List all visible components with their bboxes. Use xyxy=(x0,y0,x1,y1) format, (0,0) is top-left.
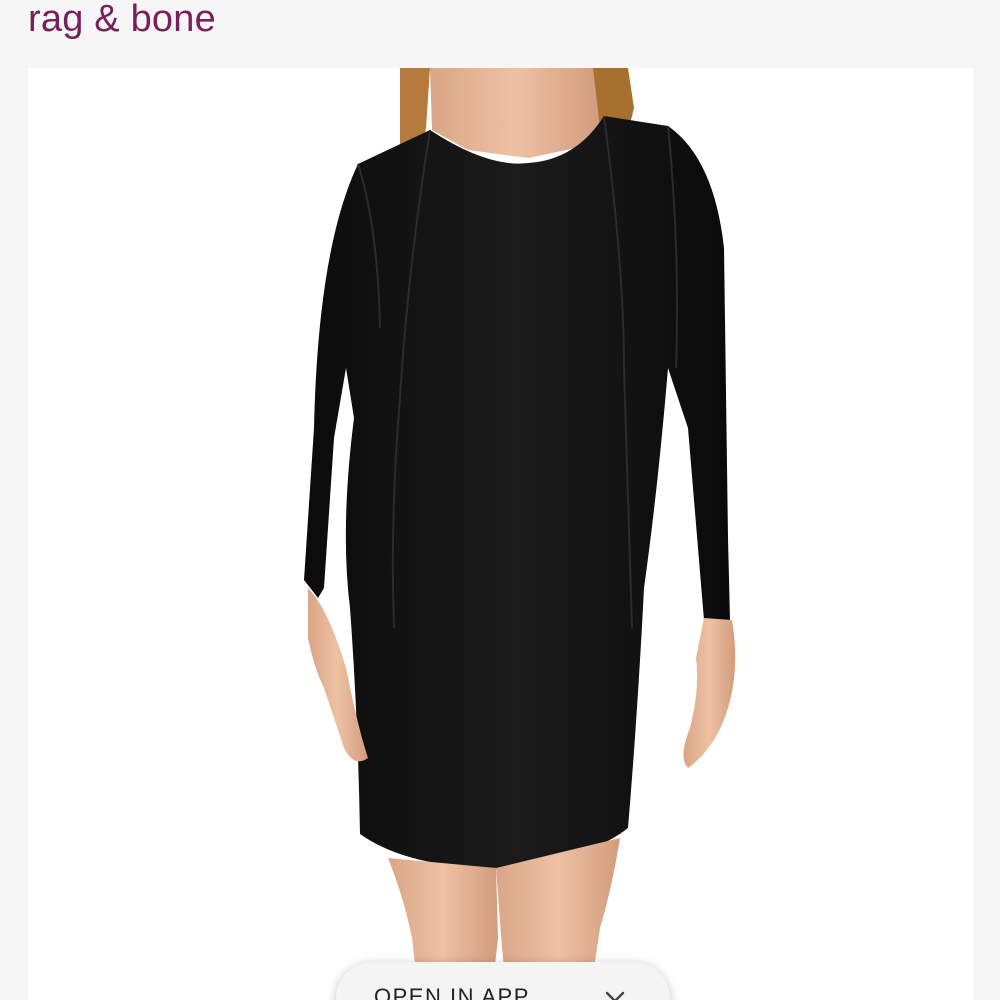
open-in-app-label[interactable]: OPEN IN APP xyxy=(374,984,530,1000)
brand-name[interactable]: rag & bone xyxy=(28,0,216,44)
chevron-down-icon[interactable] xyxy=(604,986,626,1000)
open-in-app-banner[interactable]: OPEN IN APP xyxy=(336,962,670,1000)
product-photo-icon xyxy=(304,68,736,1000)
product-photo[interactable] xyxy=(28,68,973,1000)
